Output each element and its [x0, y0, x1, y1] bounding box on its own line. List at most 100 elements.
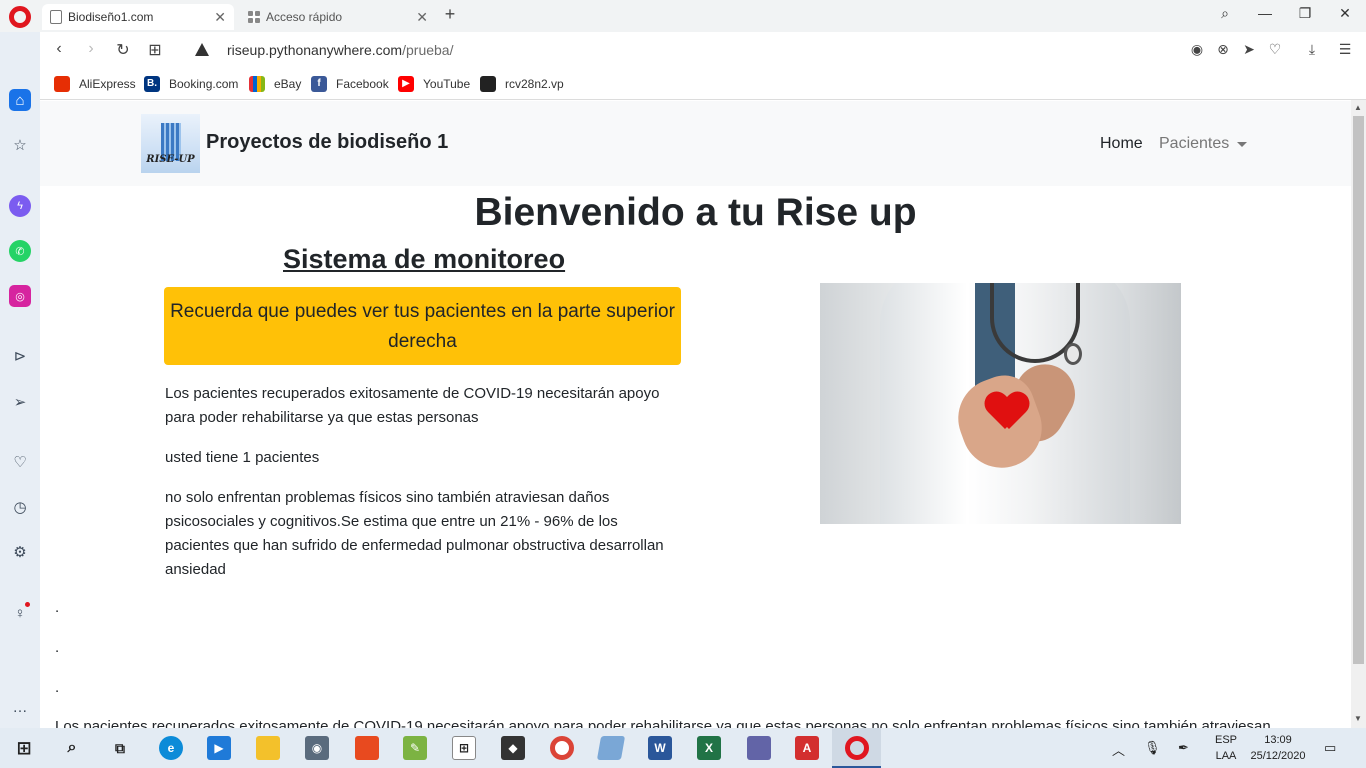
dot-text: .	[55, 679, 60, 696]
tab-label: Acceso rápido	[266, 10, 343, 24]
bookmark-booking[interactable]: B. Booking.com	[144, 75, 238, 93]
chrome-icon[interactable]	[550, 736, 574, 760]
heart-icon[interactable]: ♡	[9, 451, 31, 473]
search-icon[interactable]: ⌕	[60, 736, 84, 760]
url-field[interactable]: riseup.pythonanywhere.com/prueba/	[227, 42, 453, 58]
not-secure-icon[interactable]	[195, 43, 209, 56]
section-heading: Sistema de monitoreo	[283, 244, 566, 274]
notifications-icon[interactable]: ▭	[1324, 740, 1336, 756]
camera-icon[interactable]: ◉	[305, 736, 329, 760]
stethoscope-head	[1064, 343, 1082, 365]
booking-icon: B.	[144, 76, 160, 92]
notes-icon[interactable]	[596, 736, 626, 760]
acrobat-icon[interactable]: A	[795, 736, 819, 760]
rcv-icon	[480, 76, 496, 92]
word-icon[interactable]: W	[648, 736, 672, 760]
scroll-thumb[interactable]	[1353, 116, 1364, 664]
reload-icon[interactable]: ↻	[112, 40, 134, 60]
scroll-down-icon[interactable]: ▼	[1354, 714, 1362, 723]
store-icon[interactable]: ⊞	[452, 736, 476, 760]
page-title: Bienvenido a tu Rise up	[474, 191, 917, 234]
snapshot-icon[interactable]: ◉	[1188, 41, 1206, 58]
opera-icon[interactable]	[845, 736, 869, 760]
scroll-up-icon[interactable]: ▲	[1354, 103, 1362, 112]
windows-taskbar: ⊞ ⌕ ⧉ e ▶ ◉ ✎ ⊞ ◆ W X A ︿ 🎙 ✒ ESP LAA 13…	[0, 728, 1366, 768]
paint-icon[interactable]: ✎	[403, 736, 427, 760]
bookmark-rcv[interactable]: rcv28n2.vp	[480, 75, 564, 93]
more-icon[interactable]: …	[9, 696, 31, 718]
app-icon[interactable]	[747, 736, 771, 760]
heart-icon[interactable]: ♡	[1266, 41, 1284, 58]
whatsapp-icon[interactable]: ✆	[9, 240, 31, 262]
bookmark-youtube[interactable]: ▶ YouTube	[398, 75, 470, 93]
search-tabs-icon[interactable]: ⌕	[1210, 5, 1240, 22]
flow-icon[interactable]: ➢	[9, 391, 31, 413]
edge-icon[interactable]: e	[159, 736, 183, 760]
close-tab-icon[interactable]: ✕	[416, 9, 428, 26]
instagram-icon[interactable]: ◎	[9, 285, 31, 307]
chevron-up-icon[interactable]: ︿	[1112, 740, 1125, 759]
close-tab-icon[interactable]: ✕	[214, 9, 226, 26]
task-view-icon[interactable]: ⧉	[108, 736, 132, 760]
footer-paragraph: Los pacientes recuperados exitosamente d…	[55, 718, 1271, 728]
bookmark-label: rcv28n2.vp	[505, 77, 564, 91]
history-icon[interactable]: ◷	[9, 496, 31, 518]
adblock-icon[interactable]: ⊗	[1214, 41, 1232, 58]
microphone-icon[interactable]: 🎙	[1144, 740, 1161, 756]
speed-dial-icon	[248, 11, 260, 23]
anxiety-paragraph: no solo enfrentan problemas físicos sino…	[165, 489, 664, 578]
excel-icon[interactable]: X	[697, 736, 721, 760]
lightbulb-icon[interactable]: ♀	[9, 602, 31, 624]
office-icon[interactable]	[355, 736, 379, 760]
url-domain: riseup.pythonanywhere.com	[227, 42, 403, 58]
file-explorer-icon[interactable]	[256, 736, 280, 760]
bookmark-label: Facebook	[336, 77, 389, 91]
rise-up-logo[interactable]: RISE-UP	[141, 114, 200, 173]
url-path: /prueba/	[402, 42, 454, 58]
filmora-icon[interactable]: ◆	[501, 736, 525, 760]
restore-icon[interactable]: ❐	[1290, 5, 1320, 22]
clock[interactable]: 13:09 25/12/2020	[1246, 732, 1310, 764]
dot-text: .	[55, 599, 60, 616]
caret-down-icon	[1237, 141, 1248, 147]
bookmark-facebook[interactable]: f Facebook	[311, 75, 389, 93]
player-icon[interactable]: ⊳	[9, 345, 31, 367]
bookmark-ebay[interactable]: eBay	[249, 75, 301, 93]
back-icon[interactable]: ‹	[48, 40, 70, 58]
page-scrollbar[interactable]: ▲ ▼	[1351, 100, 1366, 728]
notification-dot	[25, 602, 30, 607]
bookmark-label: Booking.com	[169, 77, 239, 91]
home-icon[interactable]: ⌂	[9, 89, 31, 111]
aliexpress-icon	[54, 76, 70, 92]
youtube-icon: ▶	[398, 76, 414, 92]
page-icon	[50, 10, 62, 24]
minimize-icon[interactable]: —	[1250, 5, 1280, 21]
nav-pacientes-dropdown[interactable]: Pacientes	[1159, 135, 1248, 153]
pen-icon[interactable]: ✒	[1178, 740, 1189, 756]
nav-pacientes-label: Pacientes	[1159, 135, 1230, 152]
site-navbar: RISE-UP Proyectos de biodiseño 1 Home Pa…	[40, 101, 1351, 186]
tab-biodiseno[interactable]: Biodiseño1.com ✕	[42, 4, 234, 30]
tab-acceso-rapido[interactable]: Acceso rápido ✕	[240, 4, 436, 30]
close-window-icon[interactable]: ✕	[1330, 5, 1360, 22]
language-indicator[interactable]: ESP LAA	[1212, 732, 1240, 764]
bookmark-aliexpress[interactable]: AliExpress	[54, 75, 136, 93]
gear-icon[interactable]: ⚙	[9, 541, 31, 563]
new-tab-icon[interactable]: +	[440, 4, 460, 25]
send-icon[interactable]: ➤	[1240, 41, 1258, 58]
speed-dial-icon[interactable]: ⊞	[144, 40, 166, 60]
patient-count-text: usted tiene 1 pacientes	[165, 449, 320, 466]
nav-home-link[interactable]: Home	[1100, 135, 1143, 153]
opera-logo-icon[interactable]	[9, 6, 31, 28]
doctor-heart-image	[820, 283, 1181, 524]
star-icon[interactable]: ☆	[9, 134, 31, 156]
address-bar: ‹ › ↻ ⊞ riseup.pythonanywhere.com/prueba…	[40, 32, 1366, 68]
media-player-icon[interactable]: ▶	[207, 736, 231, 760]
forward-icon[interactable]: ›	[80, 40, 102, 58]
brand-title[interactable]: Proyectos de biodiseño 1	[206, 131, 448, 154]
settings-menu-icon[interactable]: ☰	[1336, 41, 1354, 58]
download-icon[interactable]: ⤓	[1303, 41, 1321, 58]
messenger-icon[interactable]: ϟ	[9, 195, 31, 217]
windows-start-icon[interactable]: ⊞	[12, 736, 36, 760]
info-alert: Recuerda que puedes ver tus pacientes en…	[164, 287, 681, 365]
